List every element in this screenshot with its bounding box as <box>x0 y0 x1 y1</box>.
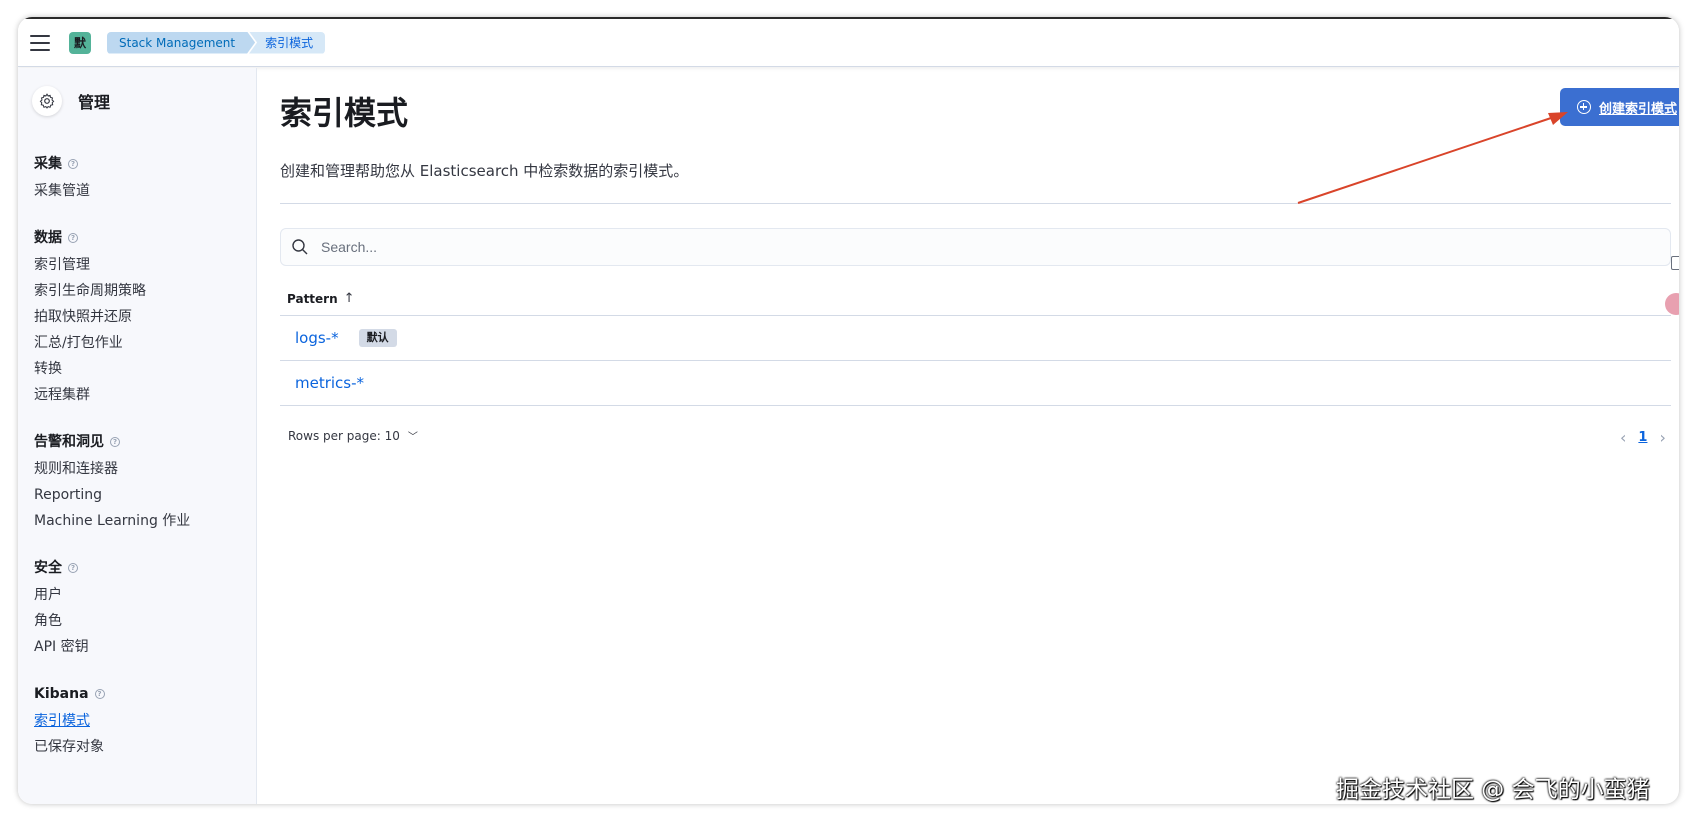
help-icon[interactable]: ? <box>94 689 105 699</box>
nav-group-alerts-insights: 告警和洞见? 规则和连接器 Reporting Machine Learning… <box>34 432 190 534</box>
create-index-pattern-button[interactable]: 创建索引模式 <box>1560 88 1679 126</box>
nav-group-ingest: 采集? 采集管道 <box>34 154 90 204</box>
help-icon[interactable]: ? <box>68 563 78 573</box>
column-label: Pattern <box>287 291 338 306</box>
gear-icon <box>32 86 62 116</box>
nav-heading: 安全? <box>34 558 89 578</box>
nav-group-data: 数据? 索引管理 索引生命周期策略 拍取快照并还原 汇总/打包作业 转换 远程集… <box>34 228 146 408</box>
sidebar-item-users[interactable]: 用户 <box>34 582 89 608</box>
annotation-arrow <box>1297 112 1568 204</box>
sidebar-item-index-management[interactable]: 索引管理 <box>34 252 146 278</box>
sidebar-title: 管理 <box>78 93 111 112</box>
chevron-left-icon[interactable]: ‹ <box>1620 428 1626 447</box>
chevron-right-icon[interactable]: › <box>1659 428 1665 447</box>
sidebar-item-ilm-policies[interactable]: 索引生命周期策略 <box>34 278 146 304</box>
main-content: 索引模式 创建和管理帮助您从 Elasticsearch 中检索数据的索引模式。… <box>258 68 1679 804</box>
menu-icon[interactable] <box>30 34 50 51</box>
table-row: logs-* 默认 <box>280 316 1671 361</box>
sidebar-item-remote-clusters[interactable]: 远程集群 <box>34 382 146 408</box>
page-title: 索引模式 <box>280 94 409 132</box>
sidebar-item-index-patterns[interactable]: 索引模式 <box>34 708 105 734</box>
sidebar-item-transforms[interactable]: 转换 <box>34 356 146 382</box>
page-number[interactable]: 1 <box>1638 430 1647 445</box>
breadcrumb: Stack Management 索引模式 <box>107 31 326 54</box>
page-description: 创建和管理帮助您从 Elasticsearch 中检索数据的索引模式。 <box>280 162 689 180</box>
sidebar-item-snapshot-restore[interactable]: 拍取快照并还原 <box>34 304 146 330</box>
watermark: 掘金技术社区 @ 会飞的小蛮猪 <box>1336 777 1650 803</box>
sidebar-item-roles[interactable]: 角色 <box>34 608 89 634</box>
sidebar-item-rollup-jobs[interactable]: 汇总/打包作业 <box>34 330 146 356</box>
sidebar-item-ingest-pipelines[interactable]: 采集管道 <box>34 178 90 204</box>
pattern-link[interactable]: logs-* <box>295 329 339 347</box>
nav-heading: 采集? <box>34 154 90 174</box>
sort-ascending-icon: ↑ <box>343 290 355 306</box>
grid-icon[interactable] <box>1671 256 1679 270</box>
sidebar: 管理 采集? 采集管道 数据? 索引管理 索引生命周期策略 拍取快照并还原 汇总… <box>18 68 257 804</box>
search-bar[interactable] <box>280 228 1671 266</box>
pattern-link[interactable]: metrics-* <box>295 374 364 392</box>
nav-heading: 数据? <box>34 228 146 248</box>
nav-group-kibana: Kibana? 索引模式 已保存对象 <box>34 684 105 760</box>
help-icon[interactable]: ? <box>110 437 120 447</box>
sidebar-header: 管理 <box>32 86 110 116</box>
search-icon <box>292 239 308 255</box>
space-avatar[interactable]: 默 <box>69 31 91 54</box>
column-header-pattern[interactable]: Pattern ↑ <box>280 282 1671 316</box>
nav-heading: Kibana? <box>34 684 105 704</box>
sidebar-item-rules-connectors[interactable]: 规则和连接器 <box>34 456 190 482</box>
header: 默 Stack Management 索引模式 <box>18 19 1679 67</box>
sidebar-item-reporting[interactable]: Reporting <box>34 482 190 508</box>
pagination: ‹ 1 › <box>1620 428 1666 447</box>
default-badge: 默认 <box>358 329 397 347</box>
rows-per-page-label: Rows per page: 10 <box>288 428 400 443</box>
sidebar-item-api-keys[interactable]: API 密钥 <box>34 634 89 660</box>
create-button-label: 创建索引模式 <box>1598 101 1677 117</box>
plus-in-circle-icon <box>1576 100 1591 114</box>
table-row: metrics-* <box>280 361 1671 406</box>
breadcrumb-index-patterns: 索引模式 <box>249 31 326 54</box>
sidebar-item-ml-jobs[interactable]: Machine Learning 作业 <box>34 508 190 534</box>
breadcrumb-stack-management[interactable]: Stack Management <box>107 32 255 54</box>
divider <box>280 203 1671 204</box>
app-window: 默 Stack Management 索引模式 管理 采集? 采集管道 数据? … <box>18 17 1679 804</box>
sidebar-item-saved-objects[interactable]: 已保存对象 <box>34 734 105 760</box>
help-icon[interactable]: ? <box>68 233 78 243</box>
index-patterns-table: Pattern ↑ logs-* 默认 metrics-* <box>280 282 1671 406</box>
rows-per-page-select[interactable]: Rows per page: 10 ﹀ <box>288 428 418 444</box>
nav-heading: 告警和洞见? <box>34 432 190 452</box>
nav-group-security: 安全? 用户 角色 API 密钥 <box>34 558 89 660</box>
help-icon[interactable]: ? <box>68 159 78 169</box>
chevron-down-icon: ﹀ <box>407 432 418 443</box>
search-input[interactable] <box>319 238 1519 256</box>
